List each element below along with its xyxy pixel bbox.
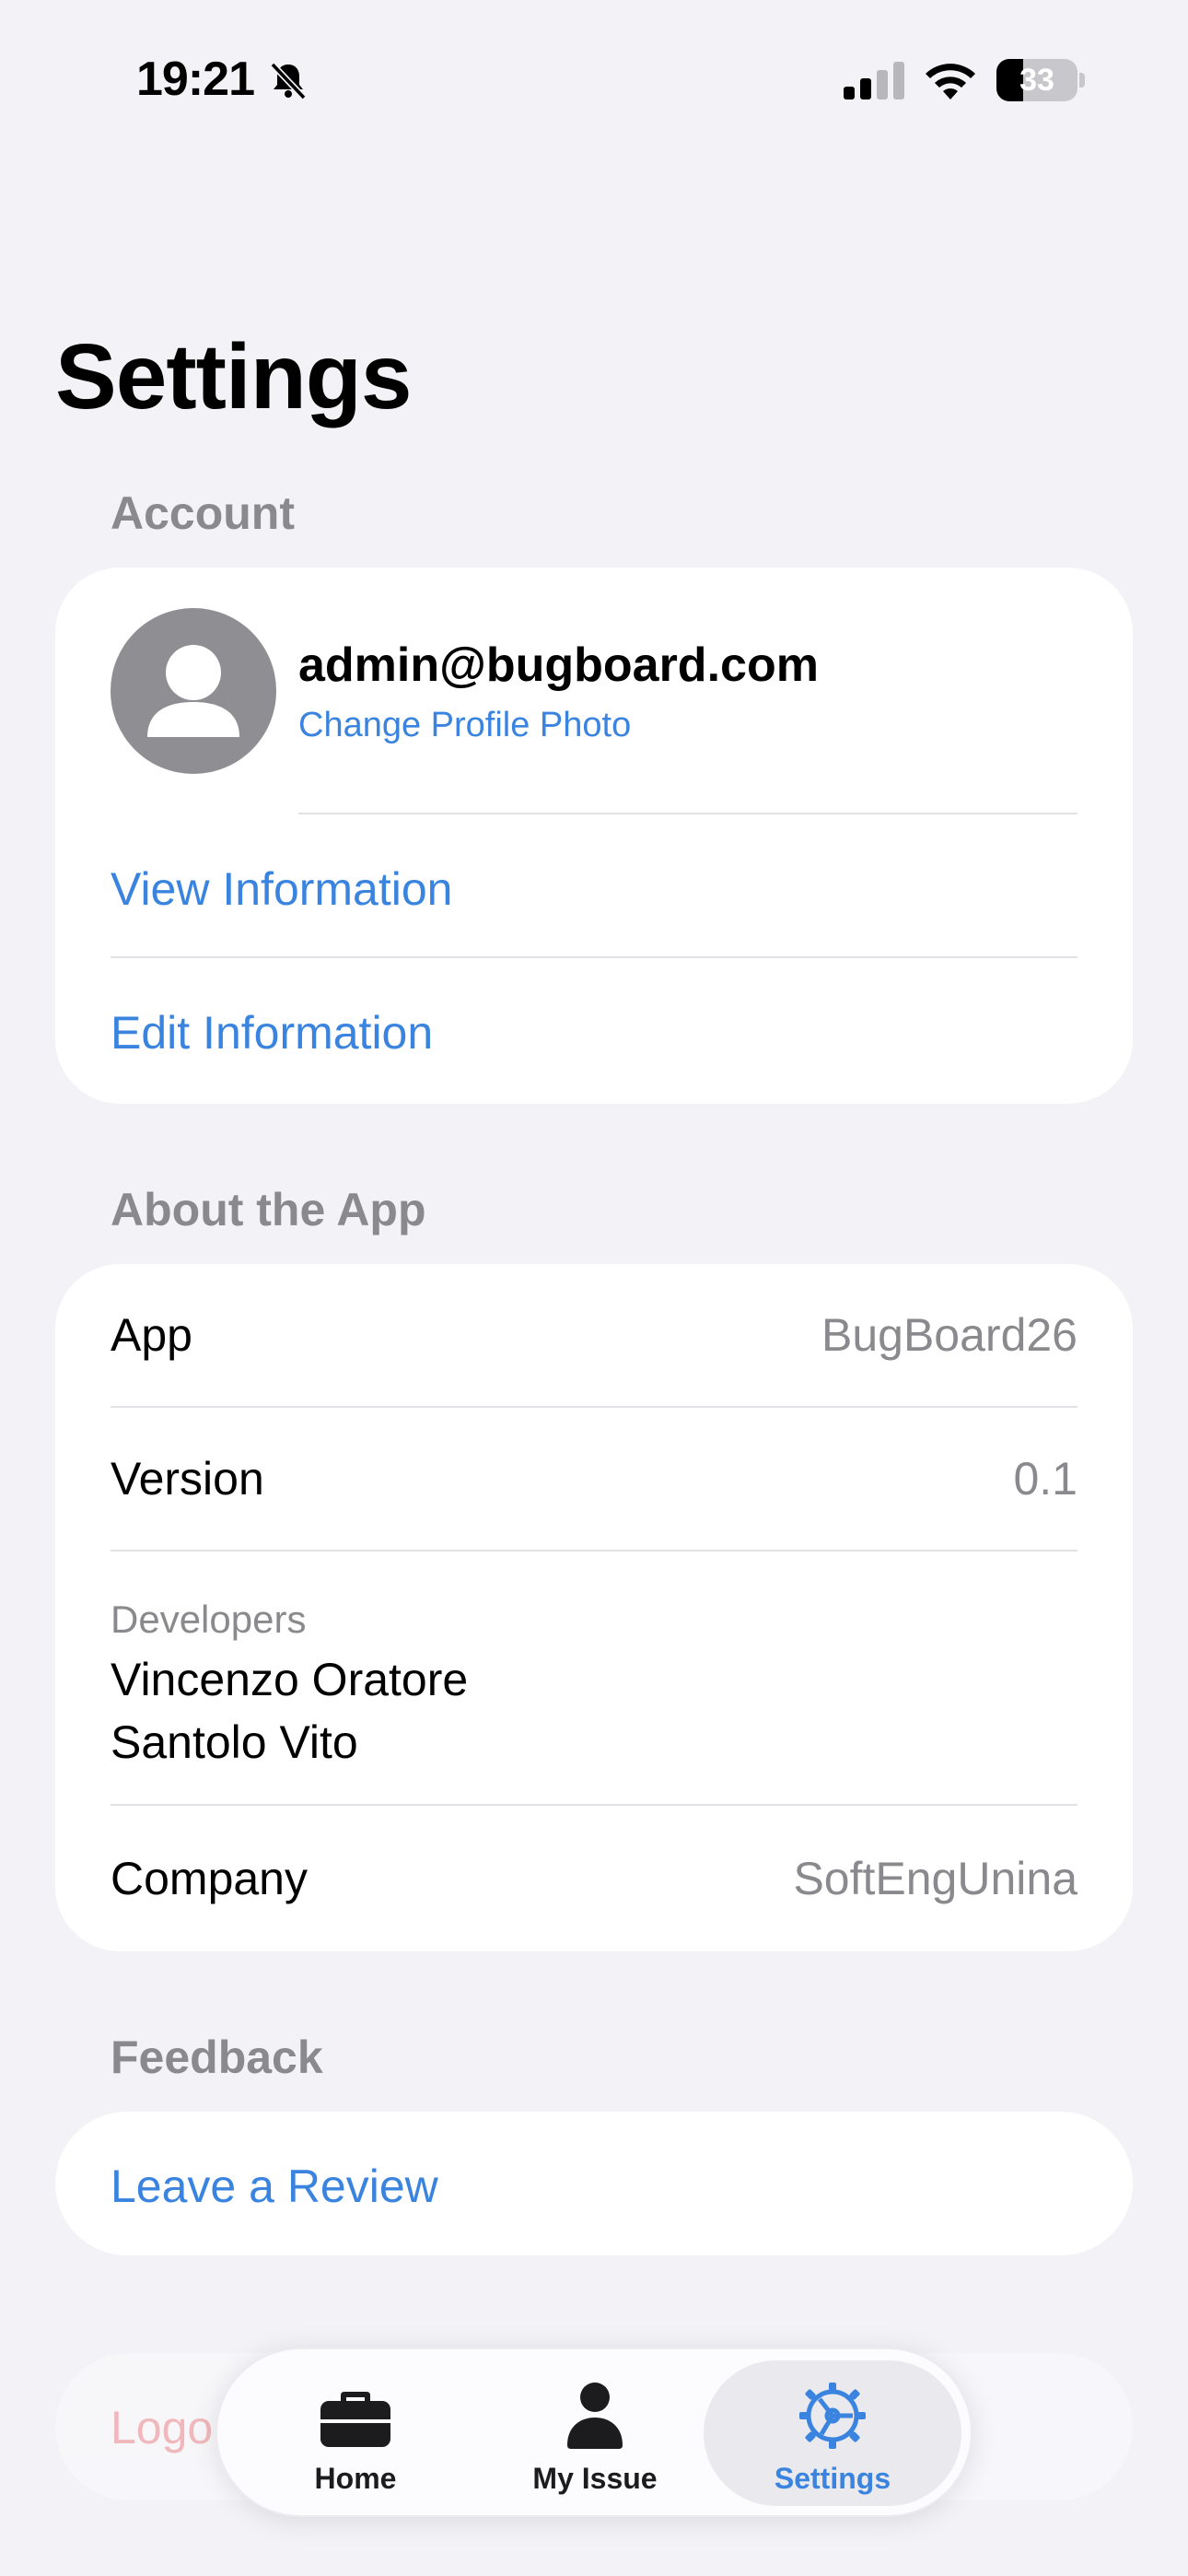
about-card: App BugBoard26 Version 0.1 Developers Vi… (55, 1264, 1133, 1951)
briefcase-icon (320, 2392, 390, 2447)
tab-bar: Home My Issue Settings (215, 2348, 973, 2517)
tab-my-issue[interactable]: My Issue (466, 2360, 724, 2506)
tab-label: My Issue (532, 2462, 658, 2495)
app-label: App (111, 1309, 192, 1361)
company-label: Company (111, 1853, 308, 1904)
battery-icon: 33 (996, 59, 1085, 101)
battery-percentage: 33 (1019, 63, 1054, 98)
leave-review-link[interactable]: Leave a Review (111, 2160, 438, 2213)
account-card: admin@bugboard.com Change Profile Photo … (55, 568, 1133, 1104)
person-icon (147, 645, 239, 737)
section-header-account: Account (111, 487, 295, 539)
tab-settings[interactable]: Settings (704, 2360, 961, 2506)
version-value: 0.1 (1013, 1453, 1077, 1505)
divider (111, 956, 1077, 958)
gear-icon (799, 2383, 866, 2449)
developer-name: Vincenzo Oratore (111, 1654, 469, 1705)
tab-label: Settings (774, 2462, 891, 2495)
tab-label: Home (314, 2462, 397, 2495)
app-value: BugBoard26 (821, 1309, 1077, 1361)
developers-label: Developers (111, 1598, 307, 1641)
divider (298, 813, 1077, 814)
view-information-link[interactable]: View Information (111, 862, 452, 916)
section-header-about: About the App (111, 1184, 426, 1235)
bell-slash-icon (270, 62, 307, 100)
account-email: admin@bugboard.com (298, 638, 819, 692)
signal-icon (844, 62, 904, 100)
logout-label: Logo (111, 2402, 214, 2453)
divider (111, 1550, 1077, 1551)
avatar[interactable] (111, 608, 276, 774)
wifi-icon (926, 64, 975, 100)
version-label: Version (111, 1453, 264, 1505)
developer-name: Santolo Vito (111, 1716, 358, 1768)
feedback-card: Leave a Review (55, 2112, 1133, 2255)
divider (111, 1406, 1077, 1408)
page-title: Settings (55, 325, 412, 428)
status-bar: 19:21 33 (0, 0, 1188, 157)
status-time: 19:21 (136, 53, 255, 106)
divider (111, 1804, 1077, 1806)
edit-information-link[interactable]: Edit Information (111, 1006, 433, 1060)
person-icon (567, 2383, 623, 2449)
section-header-feedback: Feedback (111, 2032, 323, 2083)
tab-home[interactable]: Home (227, 2360, 484, 2506)
change-profile-photo-link[interactable]: Change Profile Photo (298, 706, 631, 745)
company-value: SoftEngUnina (793, 1853, 1077, 1904)
